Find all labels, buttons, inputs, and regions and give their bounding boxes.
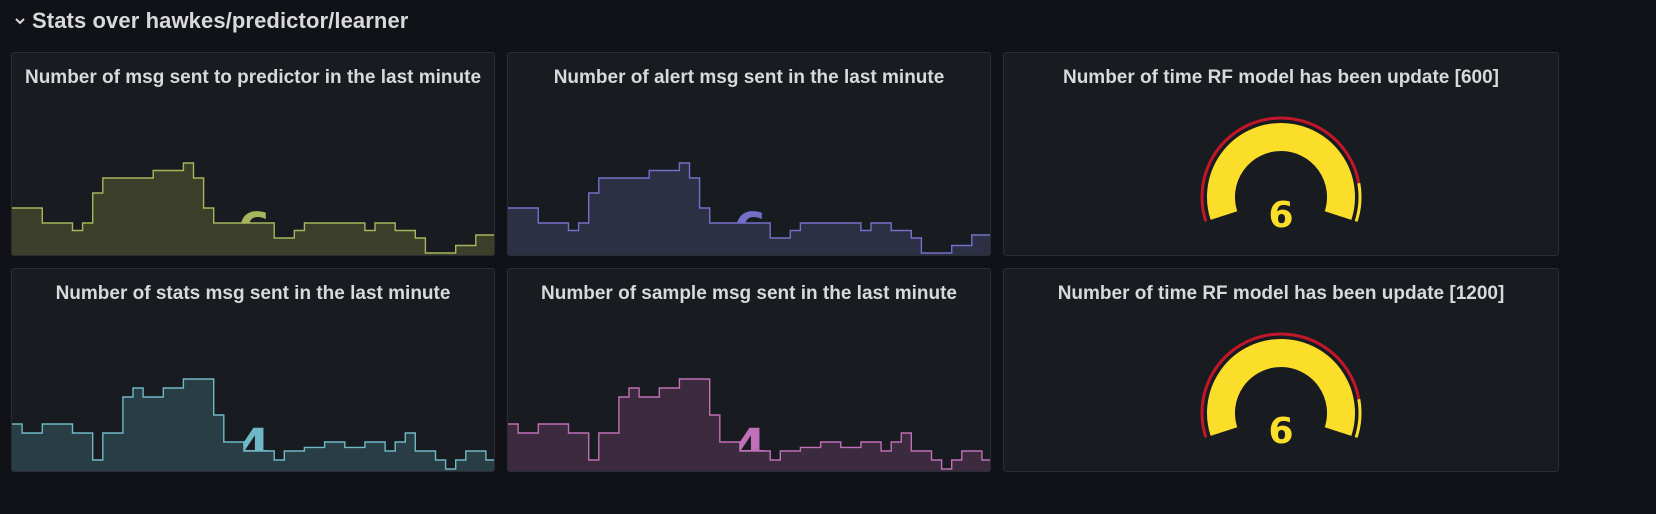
panel-rf-model-1200[interactable]: Number of time RF model has been update … <box>1003 268 1559 472</box>
sparkline <box>508 361 991 471</box>
panel-title: Number of stats msg sent in the last min… <box>24 281 482 307</box>
sparkline <box>12 361 495 471</box>
panel-title: Number of time RF model has been update … <box>1016 65 1546 91</box>
sparkline-area <box>508 163 991 255</box>
chevron-down-icon <box>14 15 26 27</box>
panel-title: Number of msg sent to predictor in the l… <box>24 65 482 91</box>
panel-title: Number of alert msg sent in the last min… <box>520 65 978 91</box>
gauge-threshold-arc-end <box>1356 183 1360 221</box>
panel-title: Number of time RF model has been update … <box>1016 281 1546 307</box>
sparkline-area <box>12 379 495 471</box>
panel-predictor-msg[interactable]: Number of msg sent to predictor in the l… <box>11 52 495 256</box>
gauge: 6 <box>1196 331 1366 451</box>
gauge-value: 6 <box>1268 195 1293 235</box>
panel-sample-msg[interactable]: Number of sample msg sent in the last mi… <box>507 268 991 472</box>
panel-stats-msg[interactable]: Number of stats msg sent in the last min… <box>11 268 495 472</box>
sparkline-area <box>12 163 495 255</box>
gauge: 6 <box>1196 115 1366 235</box>
panel-alert-msg[interactable]: Number of alert msg sent in the last min… <box>507 52 991 256</box>
row-title: Stats over hawkes/predictor/learner <box>32 8 408 34</box>
panel-title: Number of sample msg sent in the last mi… <box>520 281 978 307</box>
sparkline-area <box>508 379 991 471</box>
row-header[interactable]: Stats over hawkes/predictor/learner <box>14 6 408 36</box>
sparkline <box>508 145 991 255</box>
panel-rf-model-600[interactable]: Number of time RF model has been update … <box>1003 52 1559 256</box>
gauge-value: 6 <box>1268 411 1293 451</box>
gauge-threshold-arc-end <box>1356 399 1360 437</box>
sparkline <box>12 145 495 255</box>
